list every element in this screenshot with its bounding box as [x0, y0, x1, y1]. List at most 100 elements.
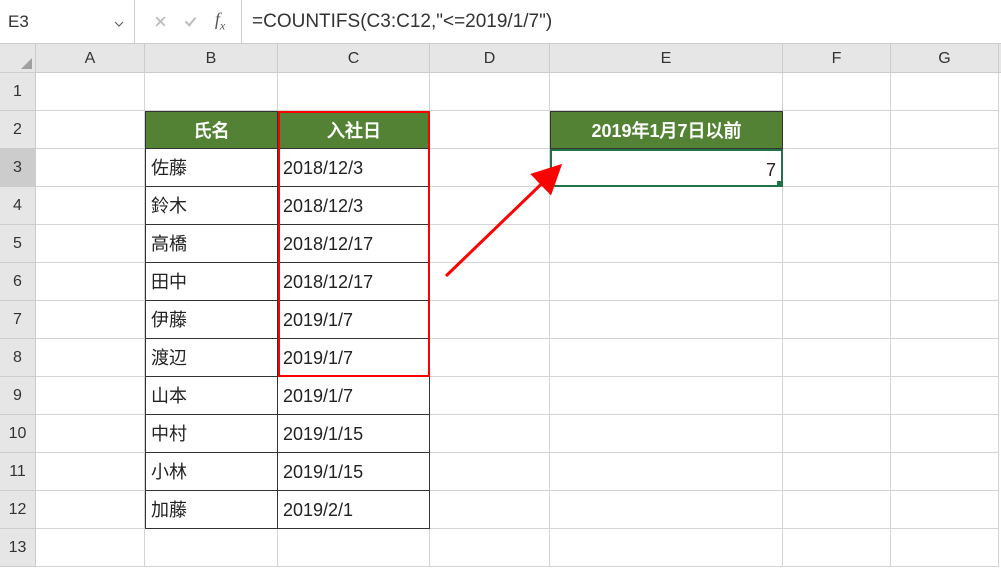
cell[interactable] — [550, 529, 783, 567]
row-header[interactable]: 12 — [0, 491, 36, 529]
cell[interactable] — [36, 73, 145, 111]
cell[interactable] — [783, 377, 891, 415]
cell[interactable] — [891, 263, 999, 301]
table-cell-date[interactable]: 2019/1/7 — [278, 301, 430, 339]
cell[interactable] — [430, 301, 550, 339]
table-cell-name[interactable]: 伊藤 — [145, 301, 278, 339]
cell[interactable] — [891, 529, 999, 567]
cell[interactable] — [550, 339, 783, 377]
spreadsheet-grid[interactable]: A B C D E F G 1 2 氏名 入社日 2019年1月7日以前 — [0, 44, 1001, 578]
row-header[interactable]: 4 — [0, 187, 36, 225]
table-cell-date[interactable]: 2018/12/17 — [278, 225, 430, 263]
name-box[interactable]: E3 — [0, 0, 135, 43]
cell[interactable] — [430, 415, 550, 453]
table-header-name[interactable]: 氏名 — [145, 111, 278, 149]
cell[interactable] — [430, 529, 550, 567]
cancel-icon[interactable] — [145, 0, 175, 43]
row-header[interactable]: 9 — [0, 377, 36, 415]
cell[interactable] — [36, 491, 145, 529]
cell[interactable] — [36, 187, 145, 225]
row-header[interactable]: 13 — [0, 529, 36, 567]
cell[interactable] — [36, 225, 145, 263]
cell[interactable] — [145, 73, 278, 111]
col-header-G[interactable]: G — [891, 44, 999, 72]
chevron-down-icon[interactable] — [114, 16, 126, 28]
table-cell-name[interactable]: 佐藤 — [145, 149, 278, 187]
cell[interactable] — [891, 453, 999, 491]
cell[interactable] — [36, 111, 145, 149]
cell[interactable] — [430, 111, 550, 149]
cell[interactable] — [783, 491, 891, 529]
cell[interactable] — [783, 149, 891, 187]
col-header-B[interactable]: B — [145, 44, 278, 72]
cell[interactable] — [783, 263, 891, 301]
table-cell-name[interactable]: 小林 — [145, 453, 278, 491]
cell[interactable] — [891, 339, 999, 377]
table-header-date[interactable]: 入社日 — [278, 111, 430, 149]
cell[interactable] — [783, 111, 891, 149]
table-cell-name[interactable]: 山本 — [145, 377, 278, 415]
cell[interactable] — [430, 339, 550, 377]
col-header-D[interactable]: D — [430, 44, 550, 72]
cell[interactable] — [550, 415, 783, 453]
table-cell-name[interactable]: 中村 — [145, 415, 278, 453]
cell[interactable] — [36, 301, 145, 339]
col-header-E[interactable]: E — [550, 44, 783, 72]
table-cell-date[interactable]: 2019/1/7 — [278, 339, 430, 377]
cell[interactable] — [550, 263, 783, 301]
cell[interactable] — [891, 111, 999, 149]
cell[interactable] — [36, 415, 145, 453]
table-cell-date[interactable]: 2019/1/7 — [278, 377, 430, 415]
cell[interactable] — [783, 529, 891, 567]
cell[interactable] — [36, 529, 145, 567]
enter-icon[interactable] — [175, 0, 205, 43]
cell[interactable] — [783, 225, 891, 263]
row-header[interactable]: 8 — [0, 339, 36, 377]
cell[interactable] — [783, 339, 891, 377]
cell[interactable] — [783, 453, 891, 491]
cell[interactable] — [430, 225, 550, 263]
cell[interactable] — [891, 187, 999, 225]
table-cell-date[interactable]: 2018/12/17 — [278, 263, 430, 301]
cell[interactable] — [783, 301, 891, 339]
col-header-C[interactable]: C — [278, 44, 430, 72]
cell[interactable] — [430, 491, 550, 529]
cell[interactable] — [430, 149, 550, 187]
cell[interactable] — [891, 415, 999, 453]
table-cell-name[interactable]: 渡辺 — [145, 339, 278, 377]
cell[interactable] — [430, 73, 550, 111]
cell[interactable] — [145, 529, 278, 567]
row-header[interactable]: 6 — [0, 263, 36, 301]
table-cell-name[interactable]: 田中 — [145, 263, 278, 301]
cell[interactable] — [550, 225, 783, 263]
cell[interactable] — [891, 149, 999, 187]
row-header[interactable]: 3 — [0, 149, 36, 187]
cell[interactable] — [891, 377, 999, 415]
cell[interactable] — [550, 491, 783, 529]
result-cell[interactable]: 7 — [550, 149, 783, 187]
table-cell-name[interactable]: 高橋 — [145, 225, 278, 263]
table-cell-date[interactable]: 2018/12/3 — [278, 187, 430, 225]
cell[interactable] — [430, 377, 550, 415]
cell[interactable] — [36, 377, 145, 415]
cell[interactable] — [36, 149, 145, 187]
fx-icon[interactable]: fx — [205, 0, 235, 43]
select-all-corner[interactable] — [0, 44, 36, 72]
cell[interactable] — [278, 529, 430, 567]
cell[interactable] — [550, 377, 783, 415]
row-header[interactable]: 11 — [0, 453, 36, 491]
cell[interactable] — [550, 301, 783, 339]
cell[interactable] — [783, 415, 891, 453]
cell[interactable] — [36, 339, 145, 377]
table-cell-date[interactable]: 2019/1/15 — [278, 453, 430, 491]
cell[interactable] — [550, 453, 783, 491]
table-cell-date[interactable]: 2019/1/15 — [278, 415, 430, 453]
cell[interactable] — [891, 301, 999, 339]
cell[interactable] — [550, 73, 783, 111]
cell[interactable] — [36, 453, 145, 491]
formula-input[interactable]: =COUNTIFS(C3:C12,"<=2019/1/7") — [242, 11, 1001, 33]
row-header[interactable]: 5 — [0, 225, 36, 263]
cell[interactable] — [430, 263, 550, 301]
row-header[interactable]: 2 — [0, 111, 36, 149]
cell[interactable] — [36, 263, 145, 301]
